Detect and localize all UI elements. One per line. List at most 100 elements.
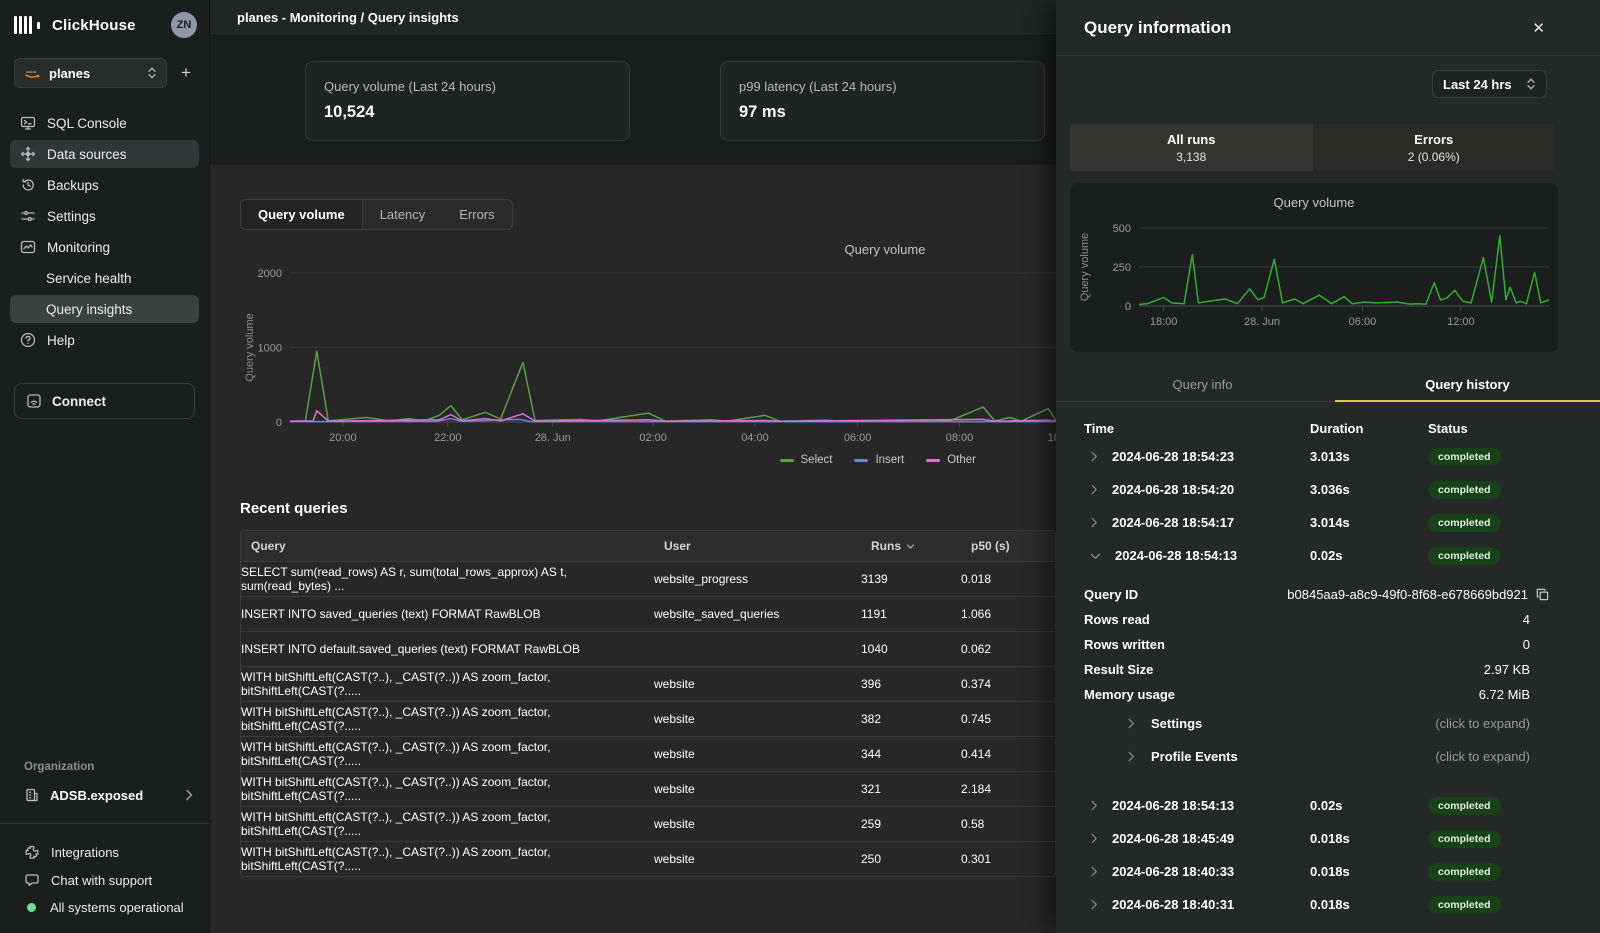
history-row[interactable]: 2024-06-28 18:40:310.018scompleted — [1056, 888, 1600, 921]
runs-cell: 321 — [861, 782, 961, 796]
table-row[interactable]: SELECT sum(read_rows) AS r, sum(total_ro… — [241, 561, 1055, 596]
history-time-cell: 2024-06-28 18:40:33 — [1084, 864, 1310, 879]
table-row[interactable]: INSERT INTO default.saved_queries (text)… — [241, 631, 1055, 666]
table-row[interactable]: WITH bitShiftLeft(CAST(?..), _CAST(?..))… — [241, 736, 1055, 771]
run-duration: 0.018s — [1310, 864, 1428, 879]
copy-icon[interactable] — [1535, 587, 1550, 602]
history-row[interactable]: 2024-06-28 18:54:203.036scompleted — [1056, 473, 1600, 506]
p50-cell: 1.066 — [961, 607, 1056, 621]
sidebar-footer-system-status[interactable]: All systems operational — [0, 894, 209, 921]
sidebar-item-label: Backups — [47, 178, 99, 193]
segment-label: Errors — [1414, 132, 1453, 147]
sidebar-item-service-health[interactable]: Service health — [10, 264, 199, 292]
recent-queries-table: Query UserRunsp50 (s) SELECT sum(read_rows… — [240, 530, 1056, 877]
query-cell: WITH bitShiftLeft(CAST(?..), _CAST(?..))… — [241, 740, 654, 768]
legend-item-select[interactable]: Select — [780, 454, 833, 466]
svg-text:02:00: 02:00 — [639, 432, 667, 442]
runs-cell: 396 — [861, 677, 961, 691]
run-duration: 0.018s — [1310, 897, 1428, 912]
svg-text:04:00: 04:00 — [741, 432, 769, 442]
user-cell: website_saved_queries — [654, 607, 861, 621]
column-header-runs[interactable]: Runs — [861, 539, 961, 553]
add-service-button[interactable]: + — [175, 60, 197, 86]
time-range-select[interactable]: Last 24 hrs — [1432, 70, 1547, 98]
svg-text:0: 0 — [276, 417, 282, 429]
query-cell: WITH bitShiftLeft(CAST(?..), _CAST(?..))… — [241, 705, 654, 733]
table-row[interactable]: WITH bitShiftLeft(CAST(?..), _CAST(?..))… — [241, 806, 1055, 841]
sidebar-footer-integrations[interactable]: Integrations — [0, 838, 209, 866]
brand-row: ClickHouse ZN — [0, 0, 209, 48]
history-row[interactable]: 2024-06-28 18:54:130.02scompleted — [1056, 789, 1600, 822]
column-header-label: Query — [251, 539, 286, 553]
table-row[interactable]: WITH bitShiftLeft(CAST(?..), _CAST(?..))… — [241, 841, 1055, 876]
integrations-icon — [24, 844, 40, 860]
data-sources-icon — [20, 146, 36, 162]
column-header-p50-s-: p50 (s) — [961, 539, 1056, 553]
aws-icon — [24, 67, 41, 79]
table-row[interactable]: WITH bitShiftLeft(CAST(?..), _CAST(?..))… — [241, 771, 1055, 806]
sidebar-item-monitoring[interactable]: Monitoring — [10, 233, 199, 261]
panel-tab-label: Query info — [1173, 377, 1233, 392]
tab-errors[interactable]: Errors — [442, 200, 511, 229]
detail-label: Rows written — [1084, 637, 1165, 652]
detail-label: Settings — [1151, 716, 1202, 731]
errors-segment[interactable]: Errors 2 (0.06%) — [1313, 124, 1556, 171]
detail-rows-written: Rows written 0 — [1056, 632, 1600, 657]
organization-item[interactable]: ADSB.exposed — [0, 783, 209, 807]
runs-cell: 259 — [861, 817, 961, 831]
sidebar-item-backups[interactable]: Backups — [10, 171, 199, 199]
history-row[interactable]: 2024-06-28 18:54:130.02scompleted — [1056, 539, 1600, 572]
legend-item-insert[interactable]: Insert — [854, 454, 904, 466]
sidebar-item-settings[interactable]: Settings — [10, 202, 199, 230]
detail-value: 0 — [1523, 637, 1530, 652]
chevron-right-icon — [1090, 517, 1098, 528]
sidebar-item-data-sources[interactable]: Data sources — [10, 140, 199, 168]
runs-cell: 1191 — [861, 607, 961, 621]
sidebar-footer-chat-with-support[interactable]: Chat with support — [0, 866, 209, 894]
runs-cell: 344 — [861, 747, 961, 761]
p50-cell: 0.58 — [961, 817, 1056, 831]
detail-settings[interactable]: Settings(click to expand) — [1056, 707, 1600, 740]
tab-query-volume[interactable]: Query volume — [241, 200, 363, 229]
status-badge: completed — [1428, 448, 1501, 466]
history-row[interactable]: 2024-06-28 18:54:173.014scompleted — [1056, 506, 1600, 539]
close-icon[interactable]: ✕ — [1532, 19, 1545, 37]
panel-tab-query-info[interactable]: Query info — [1070, 368, 1335, 401]
p50-cell: 0.374 — [961, 677, 1056, 691]
detail-value: 2.97 KB — [1484, 662, 1530, 677]
run-time: 2024-06-28 18:54:17 — [1112, 515, 1234, 530]
status-badge: completed — [1428, 797, 1501, 815]
detail-value-text: 0 — [1523, 637, 1530, 652]
connect-button[interactable]: Connect — [14, 383, 195, 419]
run-time: 2024-06-28 18:54:23 — [1112, 449, 1234, 464]
detail-value-text: 6.72 MiB — [1479, 687, 1530, 702]
svg-text:250: 250 — [1113, 262, 1131, 274]
legend-item-other[interactable]: Other — [926, 454, 976, 466]
avatar[interactable]: ZN — [171, 12, 197, 38]
sidebar-item-label: Query insights — [46, 302, 132, 317]
panel-tab-query-history[interactable]: Query history — [1335, 368, 1600, 401]
service-selector[interactable]: planes — [14, 58, 167, 88]
column-header-user: User — [654, 539, 861, 553]
history-row[interactable]: 2024-06-28 18:54:233.013scompleted — [1056, 440, 1600, 473]
tab-label: Latency — [380, 207, 426, 222]
table-row[interactable]: INSERT INTO saved_queries (text) FORMAT … — [241, 596, 1055, 631]
history-row[interactable]: 2024-06-28 18:40:330.018scompleted — [1056, 855, 1600, 888]
history-row[interactable]: 2024-06-28 18:45:490.018scompleted — [1056, 822, 1600, 855]
sidebar-item-sql-console[interactable]: SQL Console — [10, 109, 199, 137]
p50-cell: 0.301 — [961, 852, 1056, 866]
sidebar-item-help[interactable]: Help — [10, 326, 199, 354]
p50-cell: 0.745 — [961, 712, 1056, 726]
query-cell: WITH bitShiftLeft(CAST(?..), _CAST(?..))… — [241, 670, 654, 698]
detail-profile-events[interactable]: Profile Events(click to expand) — [1056, 740, 1600, 773]
all-runs-segment[interactable]: All runs 3,138 — [1070, 124, 1313, 171]
table-row[interactable]: WITH bitShiftLeft(CAST(?..), _CAST(?..))… — [241, 701, 1055, 736]
table-row[interactable]: WITH bitShiftLeft(CAST(?..), _CAST(?..))… — [241, 666, 1055, 701]
sidebar-footer: IntegrationsChat with supportAll systems… — [0, 838, 209, 921]
sidebar-item-query-insights[interactable]: Query insights — [10, 295, 199, 323]
detail-memory-usage: Memory usage6.72 MiB — [1056, 682, 1600, 707]
sidebar-item-label: Settings — [47, 209, 96, 224]
tab-latency[interactable]: Latency — [363, 200, 443, 229]
detail-value: 4 — [1523, 612, 1530, 627]
chevron-right-icon — [1127, 718, 1135, 729]
